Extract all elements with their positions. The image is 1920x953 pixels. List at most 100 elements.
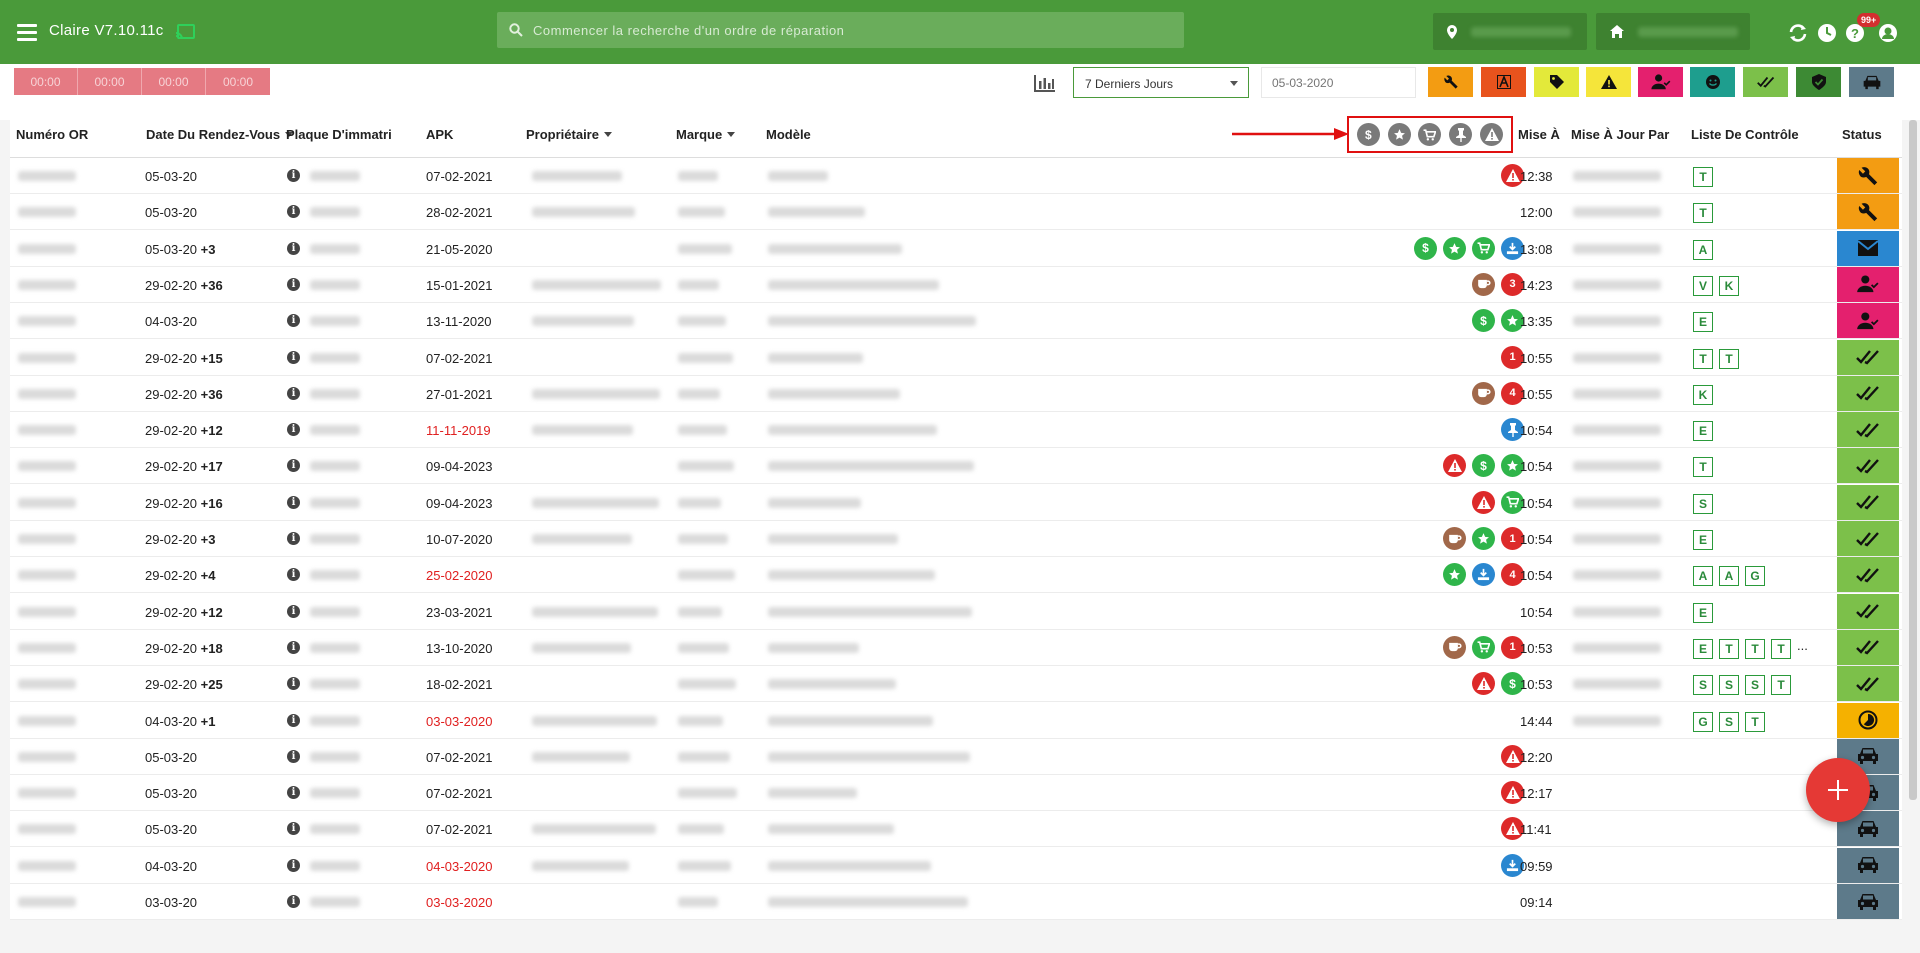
checklist-item[interactable]: T — [1693, 348, 1713, 369]
info-icon[interactable]: i — [287, 677, 300, 691]
table-row[interactable]: 05-03-20 i 07-02-2021 12:17 — [10, 775, 1902, 812]
table-row[interactable]: 04-03-20 i 04-03-2020 09:59 — [10, 847, 1902, 884]
star-icon[interactable] — [1387, 123, 1411, 146]
checklist-item[interactable]: T — [1771, 638, 1791, 659]
col-proprietaire[interactable]: Propriétaire — [526, 127, 612, 142]
checklist-item[interactable]: T — [1693, 203, 1713, 224]
info-icon[interactable]: i — [287, 386, 300, 400]
period-select[interactable]: 7 Derniers Jours — [1073, 67, 1249, 98]
dollar-icon[interactable]: $ — [1414, 236, 1437, 260]
checklist-item[interactable]: T — [1745, 711, 1765, 732]
status-button[interactable] — [1837, 339, 1899, 375]
add-button[interactable] — [1806, 758, 1870, 822]
col-plaque[interactable]: Plaque D'immatriculati — [286, 127, 392, 142]
filter-button-user-check[interactable] — [1638, 67, 1683, 97]
filter-button-shield-check[interactable] — [1796, 67, 1841, 97]
col-mise[interactable]: Mise À — [1518, 127, 1560, 142]
info-icon[interactable]: i — [287, 858, 300, 872]
table-row[interactable]: 29-02-20 +3 i 10-07-2020 1 10:54 E — [10, 521, 1902, 557]
info-icon[interactable]: i — [287, 314, 300, 328]
status-button[interactable] — [1837, 230, 1899, 266]
table-row[interactable]: 29-02-20 +12 i 23-03-2021 10:54 E — [10, 593, 1902, 630]
checklist-item[interactable]: T — [1771, 675, 1791, 696]
checklist-item[interactable]: E — [1693, 530, 1713, 550]
tray-icon[interactable] — [1472, 563, 1495, 587]
info-icon[interactable]: i — [287, 640, 300, 654]
status-button[interactable] — [1837, 266, 1899, 302]
checklist-item[interactable]: A — [1693, 566, 1713, 587]
status-button[interactable] — [1837, 375, 1899, 411]
info-icon[interactable]: i — [287, 532, 300, 545]
checklist-item[interactable]: E — [1693, 602, 1713, 623]
status-button[interactable] — [1837, 884, 1899, 919]
table-row[interactable]: 29-02-20 +25 i 18-02-2021 $10:53 S S S T — [10, 666, 1902, 703]
scrollbar[interactable] — [1909, 120, 1917, 800]
status-button[interactable] — [1837, 557, 1899, 593]
table-row[interactable]: 29-02-20 +17 i 09-04-2023 $10:54 T — [10, 448, 1902, 485]
info-icon[interactable]: i — [287, 895, 300, 908]
table-row[interactable]: 29-02-20 +12 i 11-11-2019 10:54 E — [10, 412, 1902, 449]
warning-icon[interactable] — [1472, 672, 1495, 696]
star-icon[interactable] — [1443, 563, 1466, 587]
checklist-item[interactable]: A — [1719, 566, 1739, 587]
col-date[interactable]: Date Du Rendez-Vous — [146, 127, 294, 142]
status-button[interactable] — [1837, 847, 1899, 883]
checklist-item[interactable]: K — [1719, 275, 1739, 296]
table-row[interactable]: 29-02-20 +4 i 25-02-2020 4 10:54 A A G — [10, 557, 1902, 594]
checklist-item[interactable]: S — [1693, 675, 1713, 696]
filter-button-wrench[interactable] — [1428, 67, 1473, 97]
status-button[interactable] — [1837, 158, 1899, 193]
table-row[interactable]: 05-03-20 +3 i 21-05-2020 $13:08 A — [10, 230, 1902, 267]
star-icon[interactable] — [1443, 236, 1466, 260]
search-input[interactable] — [533, 22, 1133, 38]
table-row[interactable]: 29-02-20 +16 i 09-04-2023 10:54 S — [10, 484, 1902, 521]
info-icon[interactable]: i — [287, 169, 300, 182]
col-modele[interactable]: Modèle — [766, 127, 811, 142]
coffee-icon[interactable] — [1443, 635, 1466, 659]
col-mise-par[interactable]: Mise À Jour Par — [1571, 127, 1669, 142]
checklist-item[interactable]: S — [1719, 675, 1739, 696]
table-row[interactable]: 05-03-20 i 07-02-2021 12:38 T — [10, 158, 1902, 194]
info-icon[interactable]: i — [287, 604, 300, 618]
cart-icon[interactable] — [1472, 635, 1495, 659]
location-selector[interactable] — [1433, 13, 1587, 50]
info-icon[interactable]: i — [287, 786, 300, 800]
cart-icon[interactable] — [1418, 123, 1442, 146]
checklist-item[interactable]: A — [1693, 239, 1713, 260]
status-button[interactable] — [1837, 448, 1899, 484]
user-avatar-icon[interactable] — [1877, 22, 1899, 44]
col-apk[interactable]: APK — [426, 127, 453, 142]
info-icon[interactable]: i — [287, 822, 300, 836]
info-icon[interactable]: i — [287, 241, 300, 255]
checklist-item[interactable]: T — [1719, 348, 1739, 369]
checklist-item[interactable]: T — [1745, 638, 1765, 659]
table-row[interactable]: 05-03-20 i 07-02-2021 12:20 — [10, 738, 1902, 775]
checklist-item[interactable]: E — [1693, 312, 1713, 333]
status-button[interactable] — [1837, 412, 1899, 448]
bar-chart-icon[interactable] — [1034, 74, 1056, 92]
table-row[interactable]: 04-03-20 +1 i 03-03-2020 14:44 G S T — [10, 702, 1902, 739]
checklist-item[interactable]: S — [1693, 493, 1713, 514]
col-liste[interactable]: Liste De Contrôle — [1691, 127, 1799, 142]
coffee-icon[interactable] — [1472, 381, 1495, 405]
filter-button-double-check[interactable] — [1743, 67, 1788, 97]
status-button[interactable] — [1837, 702, 1899, 738]
checklist-item[interactable]: G — [1693, 711, 1713, 732]
status-button[interactable] — [1837, 666, 1899, 702]
clock-icon[interactable] — [1816, 22, 1838, 44]
checklist-item[interactable]: E — [1693, 638, 1713, 659]
status-button[interactable] — [1837, 303, 1899, 339]
checklist-item[interactable]: G — [1745, 566, 1765, 587]
timer-button[interactable]: 00:00 — [14, 68, 78, 95]
timer-button[interactable]: 00:00 — [142, 68, 206, 95]
status-button[interactable] — [1837, 484, 1899, 520]
table-row[interactable]: 29-02-20 +18 i 13-10-2020 1 10:53 E T T T... — [10, 629, 1902, 666]
status-button[interactable] — [1837, 194, 1899, 230]
menu-icon[interactable] — [17, 24, 37, 42]
info-icon[interactable]: i — [287, 713, 300, 727]
table-row[interactable]: 05-03-20 i 07-02-2021 11:41 — [10, 811, 1902, 848]
info-icon[interactable]: i — [287, 568, 300, 582]
search-bar[interactable] — [497, 12, 1184, 48]
checklist-item[interactable]: K — [1693, 384, 1713, 405]
filter-button-smile[interactable] — [1690, 67, 1735, 97]
